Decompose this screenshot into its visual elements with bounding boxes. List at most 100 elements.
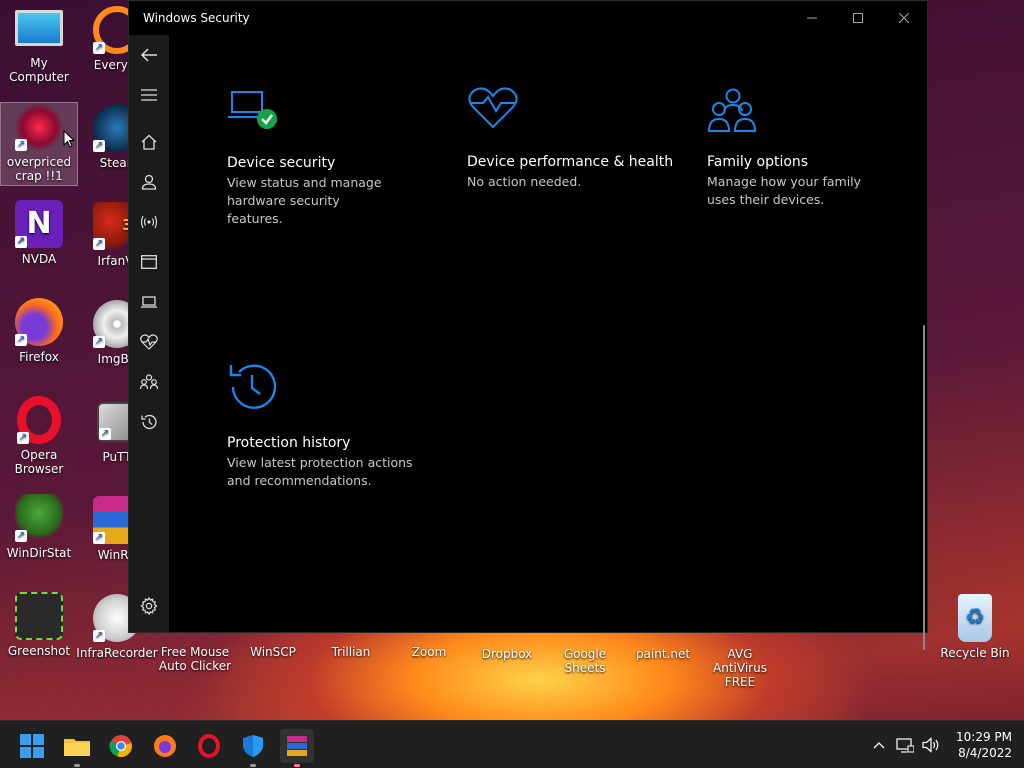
desktop-icon-label: My Computer	[9, 56, 69, 84]
computer-icon	[15, 10, 63, 46]
desktop-icon-recycle-bin[interactable]: ♻ Recycle Bin	[936, 594, 1014, 660]
taskbar-file-explorer[interactable]	[60, 729, 94, 767]
winrar-icon	[287, 736, 307, 756]
clock[interactable]: 10:29 PM 8/4/2022	[956, 729, 1012, 761]
menu-button[interactable]	[129, 75, 169, 115]
desktop-icon-label: Opera Browser	[14, 448, 64, 476]
heart-pulse-icon	[140, 334, 158, 350]
maximize-icon	[853, 13, 863, 23]
desktop-icon-label: Greenshot	[7, 644, 71, 658]
running-indicator	[294, 764, 300, 767]
nav-app-browser-control[interactable]	[129, 242, 169, 282]
desktop-icon-greenshot[interactable]: Greenshot	[0, 592, 78, 658]
home-icon	[141, 134, 157, 150]
taskbar-opera[interactable]	[192, 729, 226, 763]
shortcut-arrow-icon: ↗	[93, 630, 105, 642]
maximize-button[interactable]	[835, 1, 881, 35]
taskbar-winrar[interactable]	[280, 729, 314, 767]
taskbar-chrome[interactable]	[104, 729, 138, 763]
title-bar[interactable]: Windows Security	[129, 1, 927, 35]
running-indicator	[74, 764, 80, 767]
desktop-icon-google-sheets[interactable]: Google Sheets	[546, 647, 624, 675]
shortcut-arrow-icon: ↗	[93, 336, 105, 348]
nav-firewall-network[interactable]	[129, 202, 169, 242]
shortcut-arrow-icon: ↗	[17, 432, 29, 444]
tile-device-performance[interactable]: Device performance & health No action ne…	[467, 85, 687, 191]
close-icon	[899, 13, 909, 23]
shortcut-arrow-icon: ↗	[93, 140, 105, 152]
hamburger-icon	[141, 89, 157, 101]
desktop-icon-label: WinDirStat	[6, 546, 72, 560]
shortcut-arrow-icon: ↗	[15, 139, 27, 151]
start-button[interactable]	[15, 729, 49, 763]
taskbar-firefox[interactable]	[148, 729, 182, 763]
nav-protection-history[interactable]	[129, 402, 169, 442]
desktop-icon-zoom[interactable]: Zoom	[390, 645, 468, 659]
desktop-icon-free-mouse-auto-clicker[interactable]: Free Mouse Auto Clicker	[156, 645, 234, 673]
desktop-icon-avg-antivirus[interactable]: AVG AntiVirus FREE	[700, 647, 780, 689]
back-button[interactable]	[129, 35, 169, 75]
running-indicator	[250, 764, 256, 767]
desktop-icon-label: Trillian	[331, 645, 371, 659]
desktop-icon-nvda[interactable]: N ↗ NVDA	[0, 200, 78, 266]
nav-home[interactable]	[129, 122, 169, 162]
opera-icon	[198, 734, 220, 758]
nav-account-protection[interactable]	[129, 162, 169, 202]
desktop-icon-dropbox[interactable]: Dropbox	[468, 647, 546, 661]
desktop-icon-label: WinSCP	[250, 645, 296, 659]
family-icon	[140, 374, 158, 390]
desktop-icon-opera[interactable]: ↗ Opera Browser	[0, 396, 78, 476]
volume-button[interactable]	[918, 721, 944, 768]
desktop-icon-label: paint.net	[635, 647, 691, 661]
shortcut-arrow-icon: ↗	[93, 238, 105, 250]
tile-description: View latest protection actions and recom…	[227, 455, 413, 488]
person-icon	[141, 174, 157, 190]
nav-settings[interactable]	[129, 586, 169, 626]
shortcut-arrow-icon: ↗	[15, 530, 27, 542]
desktop-icon-label: Dropbox	[481, 647, 533, 661]
tile-device-security[interactable]: Device security View status and manage h…	[227, 89, 447, 228]
desktop-icon-label: Google Sheets	[563, 647, 607, 675]
shortcut-arrow-icon: ↗	[93, 42, 105, 54]
nav-device-performance[interactable]	[129, 322, 169, 362]
history-icon	[141, 414, 157, 430]
nav-family-options[interactable]	[129, 362, 169, 402]
desktop-icon-label: Zoom	[411, 645, 447, 659]
shortcut-arrow-icon: ↗	[93, 532, 105, 544]
desktop-icon-winscp[interactable]: WinSCP	[234, 645, 312, 659]
desktop-icon-windirstat[interactable]: ↗ WinDirStat	[0, 494, 78, 560]
tile-description: Manage how your family uses their device…	[707, 174, 862, 207]
speaker-icon	[922, 737, 939, 753]
shortcut-arrow-icon: ↗	[15, 236, 27, 248]
close-button[interactable]	[881, 1, 927, 35]
desktop-icon-label: InfraRecorder	[76, 646, 158, 660]
chevron-up-icon	[873, 742, 885, 749]
desktop-icon-my-computer[interactable]: My Computer	[0, 6, 78, 84]
shortcut-arrow-icon: ↗	[99, 428, 111, 440]
tile-description: No action needed.	[467, 174, 582, 189]
window-title: Windows Security	[143, 11, 250, 25]
desktop-icon-label: Recycle Bin	[940, 646, 1010, 660]
network-button[interactable]	[892, 721, 918, 768]
family-icon	[707, 88, 757, 132]
nvda-icon: N ↗	[15, 200, 63, 248]
firefox-icon: ↗	[15, 298, 63, 346]
antenna-icon	[140, 215, 158, 229]
desktop-icon-trillian[interactable]: Trillian	[312, 645, 390, 659]
tile-title: Device security	[227, 155, 336, 171]
show-hidden-icons-button[interactable]	[866, 721, 892, 768]
desktop-icon-firefox[interactable]: ↗ Firefox	[0, 298, 78, 364]
desktop-icon-label: overpriced crap !!1	[6, 155, 72, 183]
laptop-icon	[141, 296, 157, 308]
desktop-icon-paint-net[interactable]: paint.net	[624, 647, 702, 661]
nav-device-security[interactable]	[129, 282, 169, 322]
chrome-icon	[109, 735, 132, 758]
tile-protection-history[interactable]: Protection history View latest protectio…	[227, 361, 447, 490]
taskbar-windows-security[interactable]	[236, 729, 270, 767]
gear-icon	[140, 597, 158, 615]
system-tray	[866, 721, 944, 768]
tile-family-options[interactable]: Family options Manage how your family us…	[707, 87, 927, 209]
minimize-button[interactable]	[789, 1, 835, 35]
heart-pulse-icon	[468, 87, 518, 129]
scrollbar[interactable]	[923, 325, 925, 650]
